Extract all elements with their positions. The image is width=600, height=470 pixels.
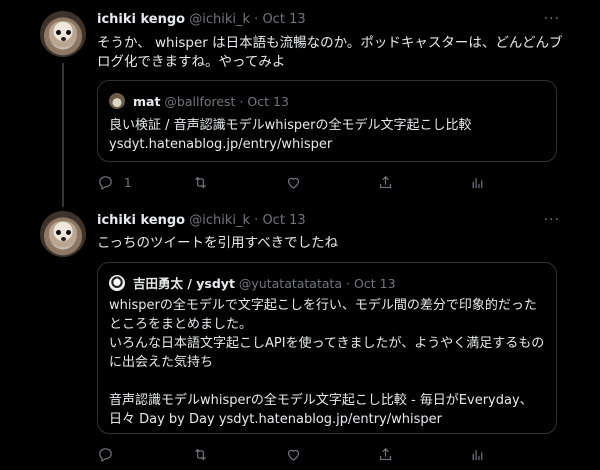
- avatar[interactable]: [40, 211, 86, 257]
- tweet-text: こっちのツイートを引用すべきでしたね: [97, 235, 339, 251]
- quoted-text: whisperの全モデルで文字起こしを行い、モデル間の差分で印象的だったところを…: [109, 298, 545, 427]
- quoted-tweet[interactable]: 吉田勇太 / ysdyt @yutatatatatata · Oct 13 wh…: [97, 262, 557, 434]
- author-name[interactable]: ichiki kengo: [97, 12, 185, 27]
- separator: ·: [239, 94, 244, 109]
- tweet-header: ichiki kengo @ichiki_k · Oct 13: [97, 213, 306, 229]
- retweet-button[interactable]: [192, 174, 209, 191]
- quoted-tweet[interactable]: mat @ballforest · Oct 13 良い検証 / 音声認識モデルw…: [97, 80, 557, 162]
- reply-icon: [99, 448, 112, 462]
- author-handle[interactable]: @ichiki_k: [189, 12, 250, 27]
- reply-icon: [99, 176, 112, 190]
- quoted-author-handle: @yutatatatatata: [238, 276, 343, 291]
- more-options-icon[interactable]: ···: [544, 212, 560, 228]
- avatar[interactable]: [40, 11, 86, 57]
- timeline: ichiki kengo @ichiki_k · Oct 13 ··· そうか、…: [0, 0, 600, 470]
- retweet-icon: [195, 448, 206, 461]
- analytics-icon: [472, 450, 483, 461]
- separator: ·: [346, 276, 351, 291]
- quoted-author-name: mat: [132, 94, 161, 109]
- tweet-header: ichiki kengo @ichiki_k · Oct 13: [97, 12, 306, 28]
- share-icon: [379, 175, 392, 189]
- like-button[interactable]: [285, 174, 302, 191]
- more-options-icon[interactable]: ···: [544, 11, 560, 27]
- reply-count: 1: [124, 175, 132, 190]
- quoted-text: 良い検証 / 音声認識モデルwhisperの全モデル文字起こし比較 ysdyt.…: [109, 118, 472, 152]
- author-handle[interactable]: @ichiki_k: [189, 213, 250, 228]
- quoted-tweet-header: 吉田勇太 / ysdyt @yutatatatatata · Oct 13: [109, 275, 396, 292]
- share-button[interactable]: [377, 174, 394, 191]
- quoted-tweet-header: mat @ballforest · Oct 13: [109, 93, 289, 110]
- reply-button[interactable]: 1: [97, 174, 132, 191]
- analytics-button[interactable]: [469, 446, 486, 463]
- tweet-actions: 1: [97, 174, 497, 194]
- author-name[interactable]: ichiki kengo: [97, 213, 185, 228]
- separator: ·: [254, 213, 259, 228]
- share-button[interactable]: [377, 446, 394, 463]
- tweet[interactable]: ichiki kengo @ichiki_k · Oct 13 ··· そうか、…: [0, 0, 600, 207]
- tweet-actions: [97, 446, 497, 466]
- quoted-avatar: [109, 275, 125, 291]
- retweet-button[interactable]: [192, 446, 209, 463]
- thread-line: [62, 63, 64, 207]
- quoted-author-handle: @ballforest: [164, 94, 236, 109]
- analytics-icon: [472, 178, 483, 189]
- like-button[interactable]: [285, 446, 302, 463]
- tweet[interactable]: ichiki kengo @ichiki_k · Oct 13 ··· こっちの…: [0, 203, 600, 470]
- quoted-author-name: 吉田勇太 / ysdyt: [132, 276, 235, 291]
- quoted-avatar: [109, 93, 125, 109]
- like-icon: [287, 449, 300, 461]
- retweet-icon: [195, 176, 206, 189]
- tweet-date[interactable]: Oct 13: [262, 12, 305, 27]
- reply-button[interactable]: [97, 446, 124, 463]
- separator: ·: [254, 12, 259, 27]
- tweet-date[interactable]: Oct 13: [262, 213, 305, 228]
- share-icon: [379, 447, 392, 461]
- tweet-text: そうか、 whisper は日本語も流暢なのか。ポッドキャスターは、どんどんブロ…: [97, 35, 563, 70]
- quoted-date: Oct 13: [354, 276, 396, 291]
- analytics-button[interactable]: [469, 174, 486, 191]
- quoted-date: Oct 13: [247, 94, 289, 109]
- like-icon: [287, 177, 300, 189]
